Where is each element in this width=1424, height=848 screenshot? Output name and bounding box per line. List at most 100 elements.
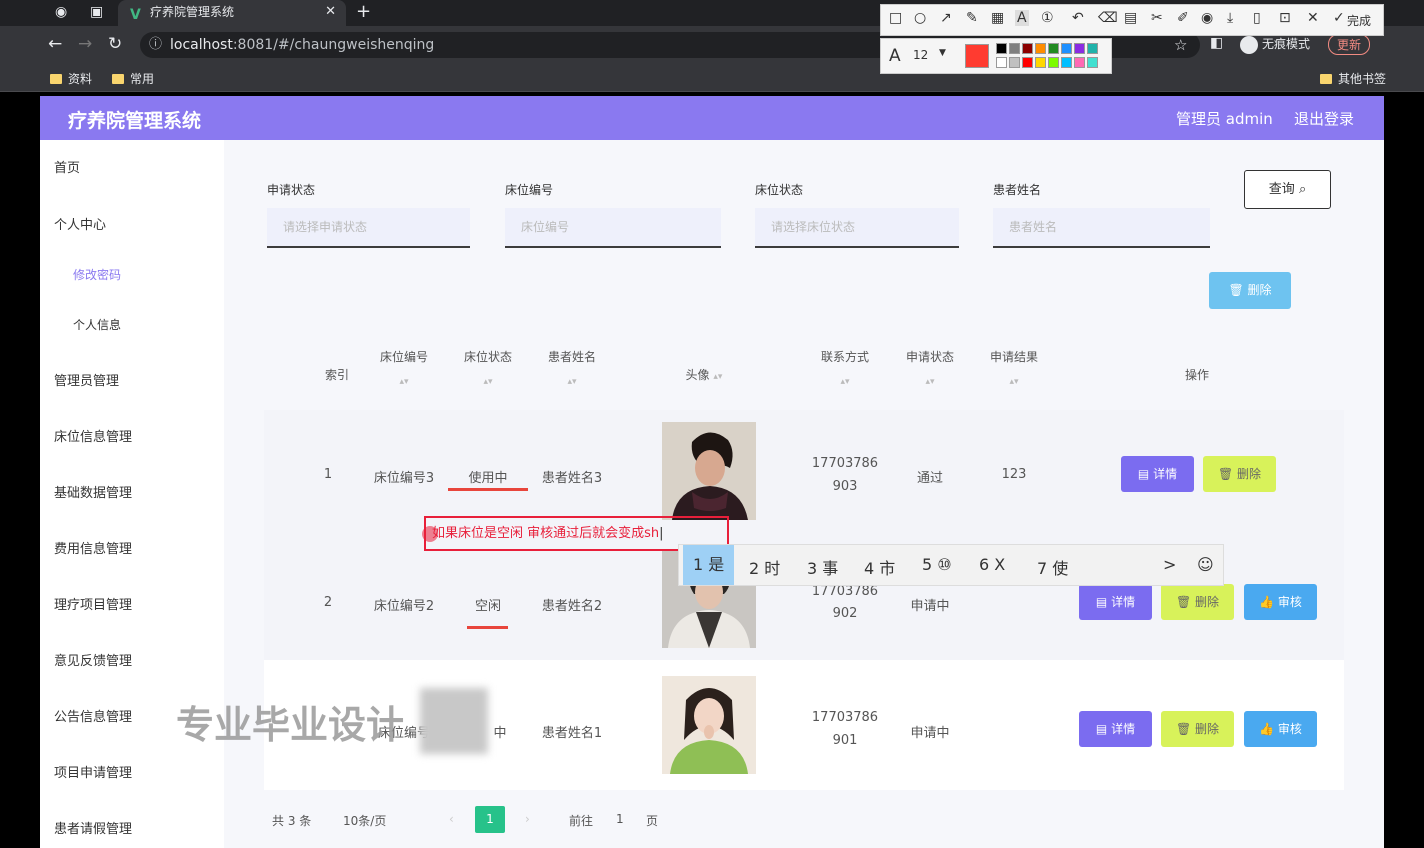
page-size-select[interactable]: 10条/页	[343, 812, 386, 829]
browser-logo-icon[interactable]: ◉	[55, 4, 67, 20]
current-color-swatch[interactable]	[965, 44, 989, 68]
scissors-icon[interactable]: ✂	[1151, 10, 1163, 26]
sidebar-item-bed-info[interactable]: 床位信息管理	[54, 426, 132, 445]
color-swatch[interactable]	[1087, 43, 1098, 54]
record-icon[interactable]: ◉	[1201, 10, 1213, 26]
delete-button[interactable]: 🗑 删除	[1203, 456, 1276, 492]
rect-icon[interactable]: □	[889, 10, 902, 26]
color-swatch[interactable]	[996, 43, 1007, 54]
color-swatch[interactable]	[1009, 57, 1020, 68]
site-info-icon[interactable]: ⓘ	[149, 32, 162, 58]
new-tab-icon[interactable]: +	[356, 0, 371, 24]
color-swatch[interactable]	[1022, 43, 1033, 54]
sidebar-item-personal-info[interactable]: 个人信息	[73, 316, 121, 333]
ime-candidate-5[interactable]: 5 ⑩	[922, 555, 952, 574]
mosaic-icon[interactable]: ▦	[991, 10, 1004, 26]
sort-icon[interactable]: ▴▾	[458, 377, 518, 387]
detail-button[interactable]: ▤ 详情	[1079, 711, 1152, 747]
audit-button[interactable]: 👍 审核	[1244, 584, 1317, 620]
circle-icon[interactable]: ○	[914, 10, 926, 26]
sidebar-item-therapy[interactable]: 理疗项目管理	[54, 594, 132, 613]
sidebar-item-base-data[interactable]: 基础数据管理	[54, 482, 132, 501]
bed-status-select[interactable]: 请选择床位状态	[755, 208, 959, 248]
pin-icon[interactable]: ✐	[1177, 10, 1189, 26]
color-swatch[interactable]	[1061, 57, 1072, 68]
save-icon[interactable]: ▯	[1253, 10, 1261, 26]
batch-delete-button[interactable]: 🗑 删除	[1209, 272, 1291, 309]
browser-tab[interactable]: V 疗养院管理系统 ✕	[118, 0, 346, 26]
delete-button[interactable]: 🗑 删除	[1161, 711, 1234, 747]
color-swatch[interactable]	[1009, 43, 1020, 54]
bookmark-folder-changyong[interactable]: 常用	[112, 70, 154, 87]
color-swatch[interactable]	[1048, 57, 1059, 68]
sidebar-item-notice[interactable]: 公告信息管理	[54, 706, 132, 725]
column-header-patient-name[interactable]: 患者姓名 ▴▾	[540, 348, 604, 387]
column-header-phone[interactable]: 联系方式 ▴▾	[814, 348, 876, 387]
check-icon[interactable]: ✓	[1333, 10, 1345, 26]
undo-icon[interactable]: ↶	[1072, 10, 1084, 26]
color-swatch[interactable]	[1074, 43, 1085, 54]
bookmark-folder-ziliao[interactable]: 资料	[50, 70, 92, 87]
patient-name-input[interactable]: 患者姓名	[993, 208, 1210, 248]
reload-icon[interactable]: ↻	[108, 34, 122, 54]
sidebar-item-personal-center[interactable]: 个人中心	[54, 214, 106, 233]
tab-close-icon[interactable]: ✕	[325, 0, 336, 24]
color-swatch[interactable]	[1048, 43, 1059, 54]
prev-page-icon[interactable]: ‹	[449, 812, 454, 826]
color-swatch[interactable]	[1035, 43, 1046, 54]
sort-icon[interactable]: ▴▾	[984, 377, 1044, 387]
color-swatch[interactable]	[1061, 43, 1072, 54]
ime-emoji-icon[interactable]: ☺	[1197, 555, 1214, 574]
sidepanel-icon[interactable]: ◧	[1210, 35, 1223, 51]
ime-candidate-4[interactable]: 4 市	[864, 555, 895, 579]
sidebar-item-change-password[interactable]: 修改密码	[73, 266, 121, 283]
ime-candidate-7[interactable]: 7 使	[1037, 555, 1068, 579]
sort-icon[interactable]: ▴▾	[372, 377, 436, 387]
audit-button[interactable]: 👍 审核	[1244, 711, 1317, 747]
download-icon[interactable]: ⤓	[1227, 10, 1233, 26]
ime-next-icon[interactable]: >	[1163, 555, 1176, 574]
ocr-icon[interactable]: ▤	[1124, 10, 1137, 26]
sidebar-item-project-apply[interactable]: 项目申请管理	[54, 762, 132, 781]
detail-button[interactable]: ▤ 详情	[1121, 456, 1194, 492]
close-icon[interactable]: ✕	[1307, 10, 1319, 26]
done-button[interactable]: 完成	[1347, 12, 1371, 29]
pin-window-icon[interactable]: ⊡	[1279, 10, 1291, 26]
forward-icon[interactable]: →	[78, 34, 92, 54]
ime-candidate-6[interactable]: 6 X	[979, 555, 1005, 574]
text-icon[interactable]: A	[1015, 10, 1029, 26]
pen-icon[interactable]: ✎	[966, 10, 978, 26]
color-swatch[interactable]	[1087, 57, 1098, 68]
logout-link[interactable]: 退出登录	[1294, 108, 1354, 129]
column-header-apply-status[interactable]: 申请状态 ▴▾	[900, 348, 960, 387]
back-icon[interactable]: ←	[48, 34, 62, 54]
delete-icon[interactable]: ⌫	[1098, 10, 1118, 26]
sort-icon[interactable]: ▴▾	[900, 377, 960, 387]
arrow-icon[interactable]: ↗	[940, 10, 952, 26]
apply-status-select[interactable]: 请选择申请状态	[267, 208, 470, 248]
query-button[interactable]: 查询 ⌕	[1244, 170, 1331, 209]
column-header-bed-no[interactable]: 床位编号 ▴▾	[372, 348, 436, 387]
delete-button[interactable]: 🗑 删除	[1161, 584, 1234, 620]
number-icon[interactable]: ①	[1041, 10, 1054, 26]
color-swatch[interactable]	[996, 57, 1007, 68]
sidebar-item-home[interactable]: 首页	[54, 157, 80, 176]
sidebar-item-feedback[interactable]: 意见反馈管理	[54, 650, 132, 669]
column-header-apply-result[interactable]: 申请结果 ▴▾	[984, 348, 1044, 387]
goto-page-input[interactable]: 1	[616, 812, 624, 826]
font-size-select[interactable]: 12	[913, 48, 928, 62]
incognito-indicator[interactable]: 无痕模式	[1240, 35, 1310, 54]
color-swatch[interactable]	[1074, 57, 1085, 68]
chevron-down-icon[interactable]: ▼	[939, 48, 946, 58]
sidebar-item-leave[interactable]: 患者请假管理	[54, 818, 132, 837]
bookmark-star-icon[interactable]: ☆	[1174, 36, 1187, 54]
color-swatch[interactable]	[1022, 57, 1033, 68]
ime-candidate-2[interactable]: 2 时	[749, 555, 780, 579]
sort-icon[interactable]: ▴▾	[540, 377, 604, 387]
sort-icon[interactable]: ▴▾	[814, 377, 876, 387]
ime-candidate-3[interactable]: 3 事	[807, 555, 838, 579]
column-header-avatar[interactable]: 头像 ▴▾	[680, 366, 728, 383]
bookmark-folder-other[interactable]: 其他书签	[1320, 70, 1386, 87]
bed-no-input[interactable]: 床位编号	[505, 208, 721, 248]
detail-button[interactable]: ▤ 详情	[1079, 584, 1152, 620]
